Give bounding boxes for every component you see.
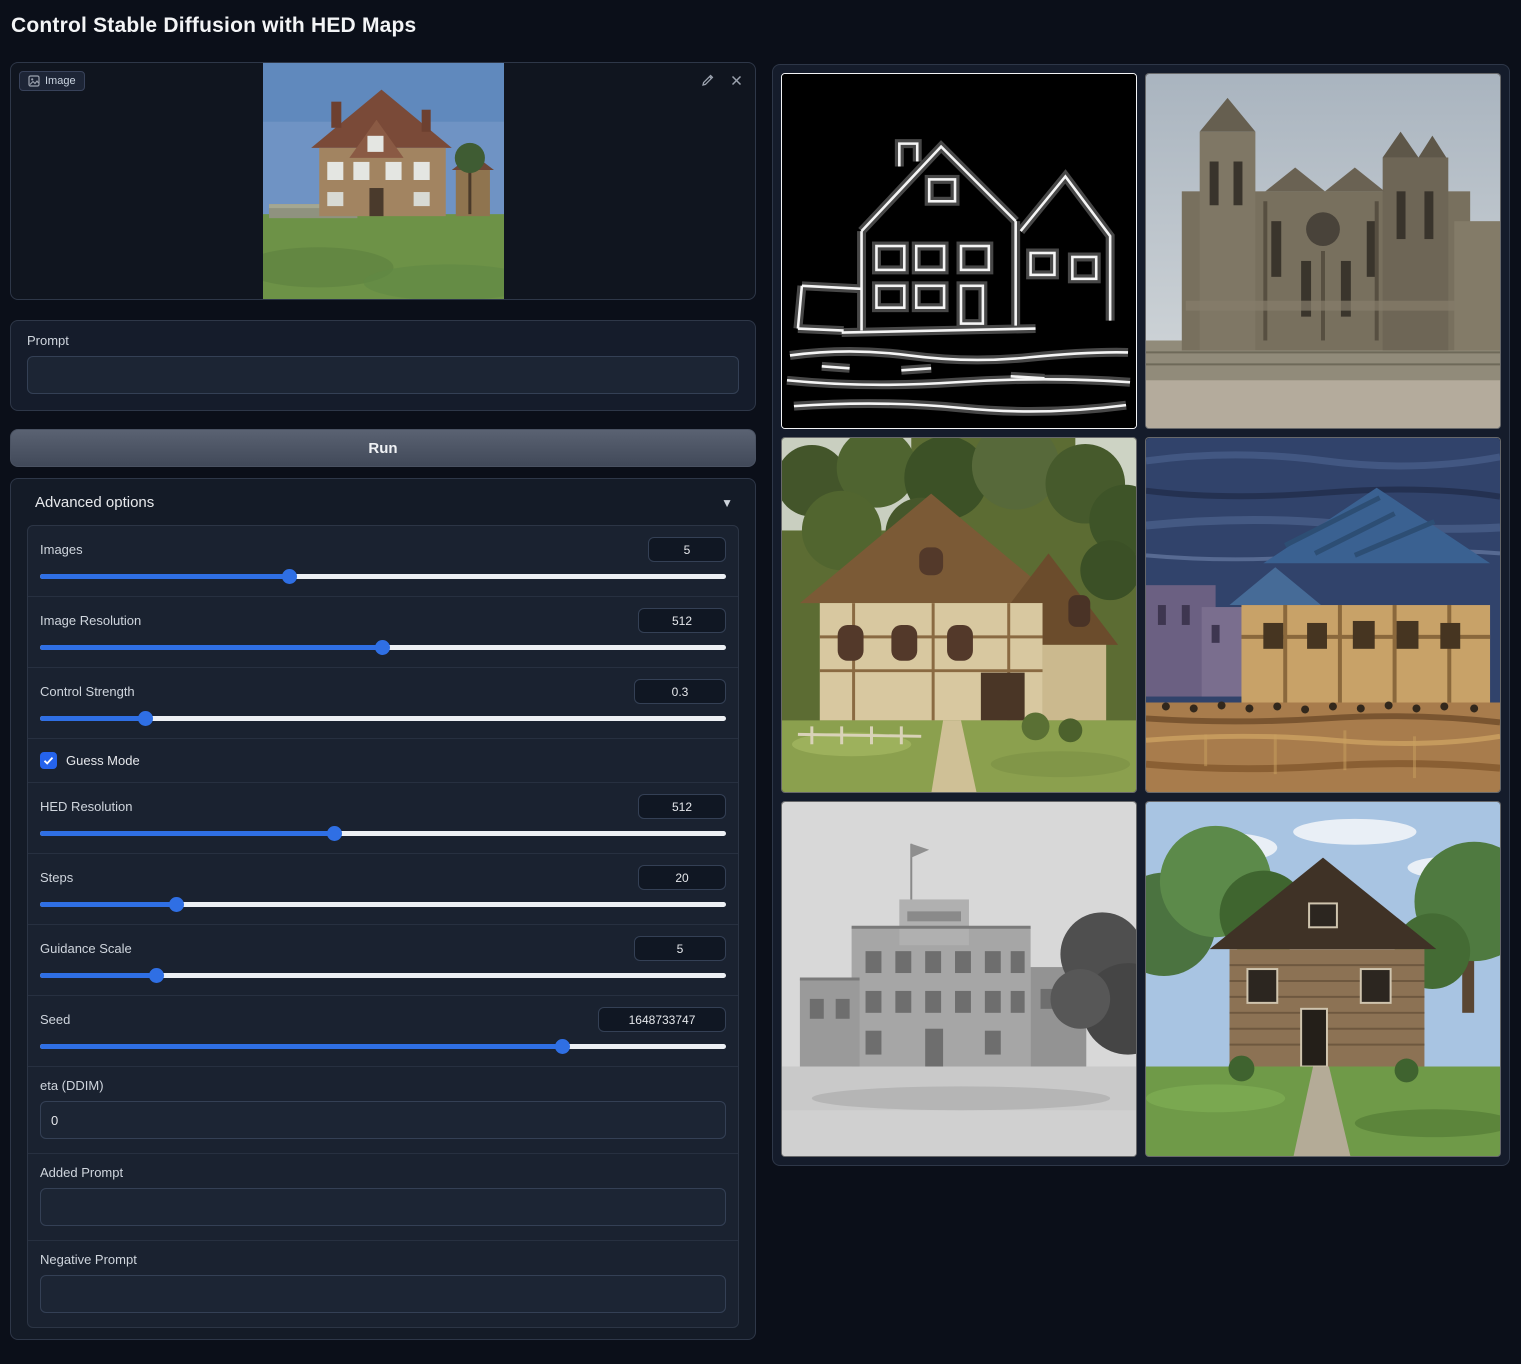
seed-label: Seed bbox=[40, 1012, 70, 1027]
image-label-badge[interactable]: Image bbox=[19, 71, 85, 91]
gallery-item-6[interactable] bbox=[1145, 801, 1501, 1157]
hed-resolution-slider-fill bbox=[40, 831, 335, 836]
images-label: Images bbox=[40, 542, 83, 557]
advanced-options-form: Images Image Resolution bbox=[27, 525, 739, 1328]
pencil-icon bbox=[701, 73, 715, 87]
clear-image-button[interactable] bbox=[725, 69, 747, 91]
negative-prompt-label: Negative Prompt bbox=[40, 1252, 726, 1267]
close-icon bbox=[730, 74, 743, 87]
guess-mode-control: Guess Mode bbox=[28, 739, 738, 783]
steps-slider-fill bbox=[40, 902, 177, 907]
eta-input[interactable] bbox=[40, 1101, 726, 1139]
steps-value-input[interactable] bbox=[638, 865, 726, 890]
input-image bbox=[263, 63, 504, 299]
guidance-scale-value-input[interactable] bbox=[634, 936, 726, 961]
added-prompt-label: Added Prompt bbox=[40, 1165, 726, 1180]
app-page: Control Stable Diffusion with HED Maps bbox=[0, 0, 1521, 1364]
added-prompt-input[interactable] bbox=[40, 1188, 726, 1226]
eta-control: eta (DDIM) bbox=[28, 1067, 738, 1154]
seed-control: Seed bbox=[28, 996, 738, 1067]
gallery-item-3[interactable] bbox=[781, 437, 1137, 793]
hed-resolution-slider-thumb[interactable] bbox=[327, 826, 342, 841]
image-resolution-slider-thumb[interactable] bbox=[375, 640, 390, 655]
advanced-options-title: Advanced options bbox=[35, 494, 154, 511]
check-icon bbox=[43, 755, 54, 766]
steps-slider[interactable] bbox=[40, 897, 726, 912]
control-strength-label: Control Strength bbox=[40, 684, 135, 699]
control-strength-control: Control Strength bbox=[28, 668, 738, 739]
gallery-item-5[interactable] bbox=[781, 801, 1137, 1157]
prompt-label: Prompt bbox=[27, 333, 739, 348]
hed-map-image bbox=[782, 74, 1136, 428]
gallery-item-4[interactable] bbox=[1145, 437, 1501, 793]
steps-control: Steps bbox=[28, 854, 738, 925]
painterly-building-image bbox=[1146, 438, 1500, 792]
images-slider-fill bbox=[40, 574, 290, 579]
negative-prompt-control: Negative Prompt bbox=[28, 1241, 738, 1327]
image-upload-block[interactable]: Image bbox=[10, 62, 756, 300]
advanced-options-accordion: Advanced options ▼ Images Image Resoluti… bbox=[10, 478, 756, 1340]
added-prompt-control: Added Prompt bbox=[28, 1154, 738, 1241]
advanced-options-header[interactable]: Advanced options ▼ bbox=[11, 479, 755, 523]
control-strength-slider[interactable] bbox=[40, 711, 726, 726]
seed-slider-fill bbox=[40, 1044, 563, 1049]
steps-label: Steps bbox=[40, 870, 73, 885]
cathedral-image bbox=[1146, 74, 1500, 428]
hed-resolution-label: HED Resolution bbox=[40, 799, 133, 814]
image-resolution-value-input[interactable] bbox=[638, 608, 726, 633]
image-resolution-slider-fill bbox=[40, 645, 383, 650]
guidance-scale-slider-thumb[interactable] bbox=[149, 968, 164, 983]
guidance-scale-control: Guidance Scale bbox=[28, 925, 738, 996]
guess-mode-label[interactable]: Guess Mode bbox=[66, 753, 140, 768]
control-strength-slider-fill bbox=[40, 716, 146, 721]
image-label: Image bbox=[45, 75, 76, 87]
hed-resolution-value-input[interactable] bbox=[638, 794, 726, 819]
image-resolution-control: Image Resolution bbox=[28, 597, 738, 668]
run-button[interactable]: Run bbox=[10, 429, 756, 467]
negative-prompt-input[interactable] bbox=[40, 1275, 726, 1313]
control-strength-value-input[interactable] bbox=[634, 679, 726, 704]
page-title: Control Stable Diffusion with HED Maps bbox=[11, 14, 416, 38]
hed-resolution-slider[interactable] bbox=[40, 826, 726, 841]
guidance-scale-slider[interactable] bbox=[40, 968, 726, 983]
eta-label: eta (DDIM) bbox=[40, 1078, 726, 1093]
images-control: Images bbox=[28, 526, 738, 597]
seed-slider[interactable] bbox=[40, 1039, 726, 1054]
seed-slider-thumb[interactable] bbox=[555, 1039, 570, 1054]
image-icon bbox=[28, 75, 40, 87]
prompt-block: Prompt bbox=[10, 320, 756, 411]
images-slider[interactable] bbox=[40, 569, 726, 584]
image-resolution-slider[interactable] bbox=[40, 640, 726, 655]
images-value-input[interactable] bbox=[648, 537, 726, 562]
control-strength-slider-thumb[interactable] bbox=[138, 711, 153, 726]
images-slider-thumb[interactable] bbox=[282, 569, 297, 584]
grayscale-building-image bbox=[782, 802, 1136, 1156]
prompt-input[interactable] bbox=[27, 356, 739, 394]
image-actions bbox=[697, 69, 747, 91]
guidance-scale-slider-fill bbox=[40, 973, 157, 978]
hed-resolution-control: HED Resolution bbox=[28, 783, 738, 854]
steps-slider-thumb[interactable] bbox=[169, 897, 184, 912]
gallery-item-1[interactable] bbox=[781, 73, 1137, 429]
image-resolution-label: Image Resolution bbox=[40, 613, 141, 628]
edit-image-button[interactable] bbox=[697, 69, 719, 91]
seed-value-input[interactable] bbox=[598, 1007, 726, 1032]
chevron-down-icon: ▼ bbox=[721, 496, 733, 510]
gallery-item-2[interactable] bbox=[1145, 73, 1501, 429]
wooden-house-image bbox=[1146, 802, 1500, 1156]
result-gallery bbox=[772, 64, 1510, 1166]
guidance-scale-label: Guidance Scale bbox=[40, 941, 132, 956]
guess-mode-checkbox[interactable] bbox=[40, 752, 57, 769]
cottage-painting-image bbox=[782, 438, 1136, 792]
